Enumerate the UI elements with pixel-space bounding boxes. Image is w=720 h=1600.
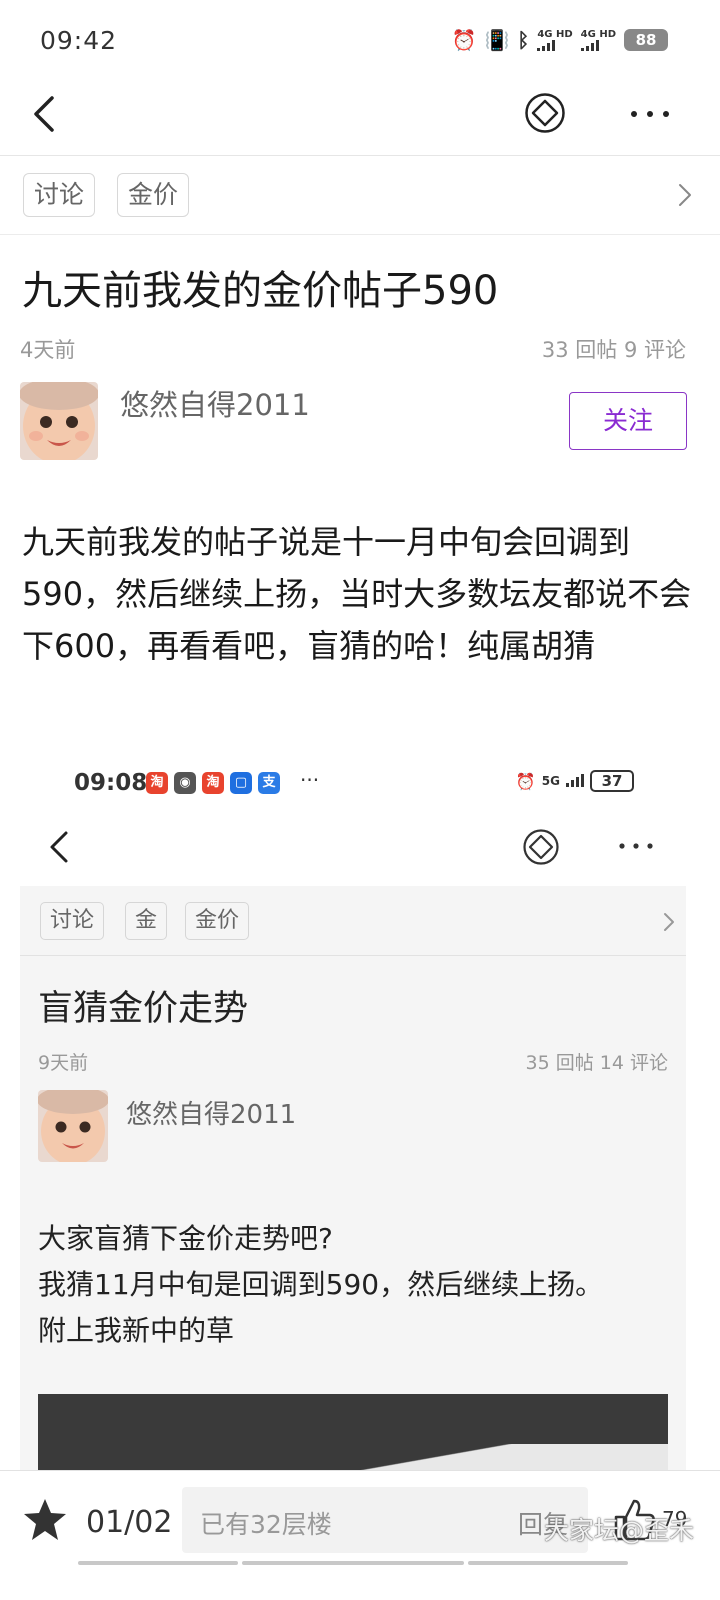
embedded-body-line: 附上我新中的草 (38, 1314, 235, 1347)
taobao-icon-2: 淘 (202, 772, 224, 794)
embedded-photo (38, 1394, 668, 1470)
embedded-signal-icon: 5G (541, 774, 560, 788)
embedded-alarm-icon: ⏰ (515, 771, 536, 791)
post-title: 九天前我发的金价帖子590 (22, 268, 499, 314)
vibrate-icon: 📳 (484, 28, 510, 52)
favorite-star-icon[interactable] (22, 1497, 68, 1543)
alipay-icon: 支 (258, 772, 280, 794)
embedded-body-line: 大家盲猜下金价走势吧? (38, 1222, 333, 1255)
author-avatar[interactable] (20, 382, 98, 460)
post-time: 4天前 (20, 338, 76, 362)
status-bar: 09:42 ⏰ 📳 ᛒ 4G HD 4G HD 88 (0, 0, 720, 80)
gesture-bar-segment (468, 1561, 628, 1565)
status-icons: ⏰ 📳 ᛒ 4G HD 4G HD 88 (452, 28, 668, 52)
back-icon[interactable] (26, 94, 66, 134)
alarm-icon: ⏰ (451, 28, 477, 52)
author-name[interactable]: 悠然自得2011 (120, 382, 310, 424)
embedded-back-icon (50, 831, 68, 863)
reply-placeholder: 已有32层楼 (200, 1510, 332, 1539)
bluetooth-icon: ᛒ (517, 28, 530, 52)
page-indicator[interactable]: 01/02 (86, 1505, 172, 1540)
coin-diamond-icon[interactable] (524, 92, 566, 134)
tag-discussion[interactable]: 讨论 (23, 173, 96, 217)
embedded-status-time: 09:08 (74, 770, 148, 796)
embedded-tag-gold: 金 (125, 902, 168, 940)
embedded-coin-diamond-icon (523, 829, 559, 865)
embedded-header: 09:08 淘 ◉ 淘 ▢ 支 ··· ⏰ 5G 37 (20, 750, 686, 886)
embedded-post-stats: 35 回帖 14 评论 (525, 1052, 668, 1074)
tag-gold-price[interactable]: 金价 (117, 173, 190, 217)
bottom-bar: 01/02 已有32层楼 回复 79 大家坛@歪禾 (0, 1470, 720, 1600)
reply-input[interactable]: 已有32层楼 回复 (182, 1487, 588, 1553)
message-icon: ▢ (230, 772, 252, 794)
taobao-icon: 淘 (146, 772, 168, 794)
embedded-post-title: 盲猜金价走势 (38, 989, 249, 1029)
more-icon[interactable] (626, 102, 674, 126)
follow-button[interactable]: 关注 (569, 392, 687, 450)
signal-icon: 4G HD (537, 29, 573, 51)
wechat-icon: ◉ (174, 772, 196, 794)
embedded-battery-icon: 37 (590, 770, 634, 792)
post-body: 九天前我发的帖子说是十一月中旬会回调到590，然后继续上扬，当时大多数坛友都说不… (22, 523, 692, 665)
embedded-more-notifications-icon: ··· (300, 768, 320, 792)
signal-icon-2: 4G HD (580, 29, 616, 51)
embedded-tag-gold-price: 金价 (185, 902, 250, 940)
embedded-app-icons: 淘 ◉ 淘 ▢ 支 (146, 772, 280, 794)
tag-bar: 讨论 金价 (0, 157, 720, 235)
embedded-body-line: 我猜11月中旬是回调到590，然后继续上扬。 (38, 1268, 604, 1301)
gesture-bar-segment (242, 1561, 464, 1565)
gesture-bar-segment (78, 1561, 238, 1565)
battery-icon: 88 (624, 29, 668, 51)
embedded-post-body: 大家盲猜下金价走势吧? 我猜11月中旬是回调到590，然后继续上扬。 附上我新中… (38, 1216, 678, 1354)
embedded-chevron-right-icon (664, 913, 674, 931)
watermark: 大家坛@歪禾 (543, 1516, 694, 1545)
embedded-author-name: 悠然自得2011 (126, 1100, 297, 1130)
embedded-tag-discussion: 讨论 (40, 902, 105, 940)
embedded-screenshot[interactable]: 09:08 淘 ◉ 淘 ▢ 支 ··· ⏰ 5G 37 讨论 金 金价 盲猜金价… (20, 750, 686, 1470)
top-nav (0, 80, 720, 156)
embedded-tag-bar: 讨论 金 金价 (20, 886, 686, 956)
embedded-status-icons: ⏰ 5G 37 (516, 770, 634, 792)
chevron-right-icon[interactable] (674, 181, 696, 209)
post-stats: 33 回帖 9 评论 (541, 338, 686, 362)
embedded-post-time: 9天前 (38, 1052, 89, 1074)
status-time: 09:42 (40, 26, 118, 55)
embedded-more-icon (619, 843, 653, 849)
embedded-author-avatar (38, 1090, 108, 1162)
